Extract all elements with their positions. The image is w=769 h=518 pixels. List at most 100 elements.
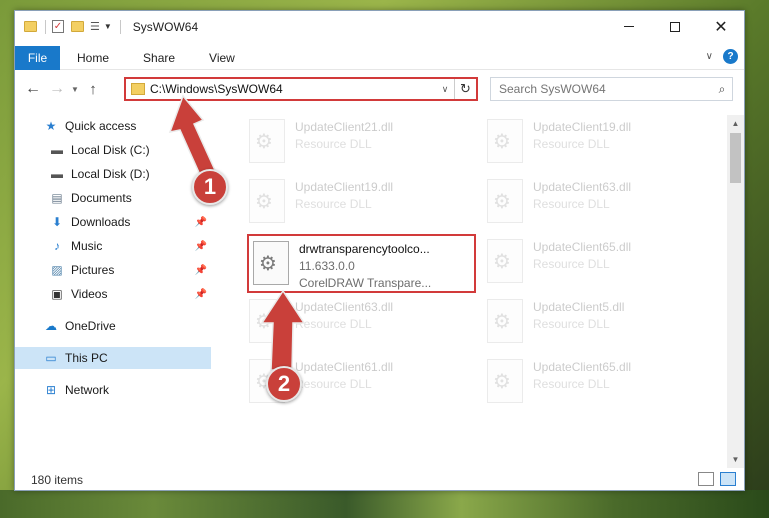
- sidebar-item-documents[interactable]: ▤ Documents: [15, 187, 211, 209]
- dll-file-icon: ⚙: [253, 241, 289, 285]
- file-type: Resource DLL: [295, 137, 372, 151]
- new-folder-icon[interactable]: [71, 21, 84, 32]
- up-arrow-icon[interactable]: ↑: [81, 81, 105, 98]
- sidebar-item-label: Music: [71, 239, 103, 253]
- vertical-scrollbar[interactable]: ▲ ▼: [727, 115, 744, 468]
- search-box[interactable]: ⌕: [490, 77, 733, 101]
- tab-home[interactable]: Home: [60, 46, 126, 70]
- title-bar: ✓ ☰ ▼ SysWOW64 ✕: [15, 11, 744, 42]
- sidebar-item-network[interactable]: ⊞ Network: [15, 379, 211, 401]
- sidebar-item-local-disk-c[interactable]: ▬ Local Disk (C:): [15, 139, 211, 161]
- file-name: drwtransparencytoolco...: [299, 242, 430, 256]
- toolbar-divider: [119, 19, 121, 34]
- ribbon-right: ∨ ?: [706, 49, 738, 64]
- sidebar-item-quick-access[interactable]: ★ Quick access: [15, 115, 211, 137]
- file-item-drwtransparencytool[interactable]: ⚙ drwtransparencytoolco... 11.633.0.0 Co…: [253, 237, 479, 291]
- search-icon[interactable]: ⌕: [712, 82, 732, 97]
- computer-icon: ▭: [45, 351, 57, 365]
- tab-view[interactable]: View: [192, 46, 252, 70]
- file-type: Resource DLL: [533, 197, 610, 211]
- chevron-down-icon[interactable]: ∨: [436, 84, 454, 95]
- file-type: Resource DLL: [295, 197, 372, 211]
- customize-toolbar-icon[interactable]: ▼: [104, 22, 112, 31]
- file-type: Resource DLL: [533, 317, 610, 331]
- file-name: UpdateClient19.dll: [295, 180, 394, 194]
- dll-file-icon: ⚙: [487, 239, 523, 283]
- help-icon[interactable]: ?: [723, 49, 738, 64]
- sidebar-item-downloads[interactable]: ⬇ Downloads 📌: [15, 211, 211, 233]
- file-item[interactable]: ⚙ UpdateClient19.dll Resource DLL: [487, 115, 713, 169]
- close-button[interactable]: ✕: [698, 11, 744, 42]
- navigation-pane: ★ Quick access ▬ Local Disk (C:) ▬ Local…: [15, 115, 211, 465]
- maximize-icon: [670, 21, 680, 32]
- dll-file-icon: ⚙: [487, 359, 523, 403]
- file-item[interactable]: ⚙ UpdateClient65.dll Resource DLL: [487, 235, 713, 289]
- scroll-down-icon[interactable]: ▼: [727, 451, 744, 468]
- file-type: Resource DLL: [295, 377, 372, 391]
- address-bar[interactable]: C:\Windows\SysWOW64 ∨ ↻: [124, 77, 478, 101]
- file-name: UpdateClient19.dll: [533, 120, 632, 134]
- details-view-icon[interactable]: [698, 472, 714, 486]
- status-bar: 180 items: [15, 468, 744, 491]
- address-path[interactable]: C:\Windows\SysWOW64: [150, 82, 436, 96]
- sidebar-item-label: Downloads: [71, 215, 131, 229]
- file-item[interactable]: ⚙ UpdateClient5.dll Resource DLL: [487, 295, 713, 349]
- view-toggle: [692, 472, 736, 486]
- navigation-bar: ← → ▼ ↑ C:\Windows\SysWOW64 ∨ ↻ ⌕: [15, 75, 744, 103]
- scroll-up-icon[interactable]: ▲: [727, 115, 744, 132]
- sidebar-item-label: Videos: [71, 287, 108, 301]
- expand-ribbon-icon[interactable]: ∨: [706, 51, 713, 62]
- pin-icon[interactable]: 📌: [195, 241, 207, 252]
- minimize-icon: [624, 26, 634, 27]
- recent-locations-icon[interactable]: ▼: [69, 85, 81, 94]
- file-item[interactable]: ⚙ UpdateClient63.dll Resource DLL: [249, 295, 475, 349]
- sidebar-item-videos[interactable]: ▣ Videos 📌: [15, 283, 211, 305]
- pin-icon[interactable]: 📌: [195, 217, 207, 228]
- cloud-icon: ☁: [45, 319, 57, 333]
- sidebar-item-music[interactable]: ♪ Music 📌: [15, 235, 211, 257]
- file-item[interactable]: ⚙ UpdateClient19.dll Resource DLL: [249, 175, 475, 229]
- properties-icon[interactable]: ☰: [90, 20, 100, 33]
- item-count: 180 items: [31, 472, 84, 487]
- pin-icon[interactable]: 📌: [195, 289, 207, 300]
- star-icon: ★: [45, 119, 57, 133]
- tab-file[interactable]: File: [15, 45, 60, 70]
- back-arrow-icon[interactable]: ←: [21, 80, 45, 98]
- dll-file-icon: ⚙: [249, 299, 285, 343]
- file-item[interactable]: ⚙ UpdateClient21.dll Resource DLL: [249, 115, 475, 169]
- dll-file-icon: ⚙: [487, 179, 523, 223]
- dll-file-icon: ⚙: [487, 119, 523, 163]
- dll-file-icon: ⚙: [487, 299, 523, 343]
- drive-icon: ▬: [51, 143, 63, 157]
- maximize-button[interactable]: [652, 11, 698, 42]
- tab-share[interactable]: Share: [126, 46, 192, 70]
- tiles-view-icon[interactable]: [720, 472, 736, 486]
- window-title: SysWOW64: [132, 19, 199, 34]
- pictures-icon: ▨: [51, 263, 63, 277]
- properties-check-icon[interactable]: ✓: [52, 20, 64, 33]
- sidebar-item-label: Network: [65, 383, 110, 397]
- pin-icon[interactable]: 📌: [195, 265, 207, 276]
- scrollbar-thumb[interactable]: [730, 133, 741, 183]
- sidebar-item-local-disk-d[interactable]: ▬ Local Disk (D:): [15, 163, 211, 185]
- search-input[interactable]: [491, 82, 712, 96]
- file-name: UpdateClient21.dll: [295, 120, 394, 134]
- file-item[interactable]: ⚙ UpdateClient65.dll Resource DLL: [487, 355, 713, 409]
- forward-arrow-icon[interactable]: →: [45, 80, 69, 98]
- file-item[interactable]: ⚙ UpdateClient63.dll Resource DLL: [487, 175, 713, 229]
- refresh-icon[interactable]: ↻: [454, 79, 476, 99]
- sidebar-item-label: Pictures: [71, 263, 115, 277]
- file-type: Resource DLL: [533, 137, 610, 151]
- sidebar-item-this-pc[interactable]: ▭ This PC: [15, 347, 211, 369]
- sidebar-item-onedrive[interactable]: ☁ OneDrive: [15, 315, 211, 337]
- drive-icon: ▬: [51, 167, 63, 181]
- step-badge-1: 1: [192, 169, 228, 205]
- sidebar-item-pictures[interactable]: ▨ Pictures 📌: [15, 259, 211, 281]
- minimize-button[interactable]: [606, 11, 652, 42]
- file-name: UpdateClient63.dll: [533, 180, 632, 194]
- file-type: Resource DLL: [295, 317, 372, 331]
- dll-file-icon: ⚙: [249, 179, 285, 223]
- file-type: Resource DLL: [533, 377, 610, 391]
- window-controls: ✕: [606, 11, 744, 42]
- file-explorer-window: ✓ ☰ ▼ SysWOW64 ✕ File Home Share View ∨ …: [14, 10, 745, 491]
